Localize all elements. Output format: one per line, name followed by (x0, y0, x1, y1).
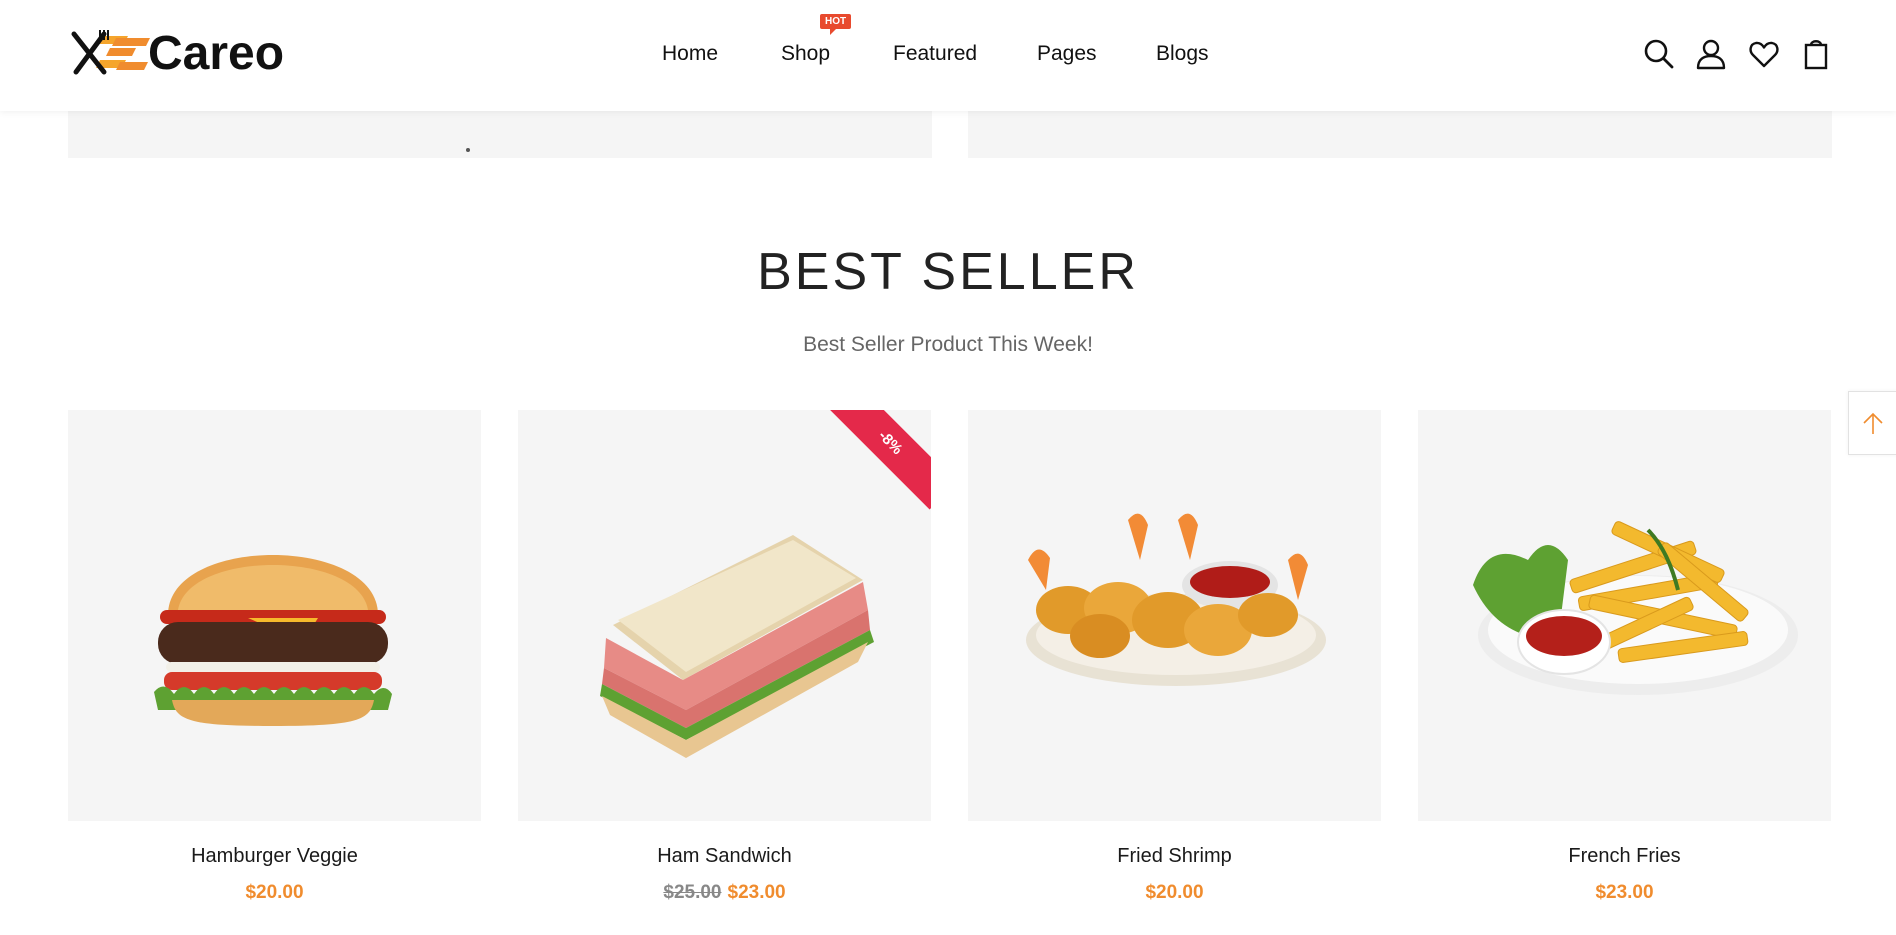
nav-item-home[interactable]: Home (662, 42, 718, 66)
product-name[interactable]: Hamburger Veggie (68, 845, 481, 868)
product-image[interactable]: -8% (518, 410, 931, 821)
sandwich-image (600, 535, 874, 758)
product-card[interactable]: French Fries $23.00 (1418, 410, 1831, 904)
section-title: BEST SELLER (757, 243, 1139, 301)
product-image[interactable] (68, 410, 481, 821)
arrow-up-icon (1863, 412, 1883, 434)
main-nav: Home Shop HOT Featured Pages Blogs (0, 0, 1896, 111)
nav-item-shop[interactable]: Shop (781, 42, 830, 66)
product-price: $25.00 $23.00 (518, 882, 931, 904)
hamburger-image (154, 555, 392, 726)
heart-icon[interactable] (1748, 38, 1780, 70)
product-price: $20.00 (968, 882, 1381, 904)
old-price: $25.00 (663, 882, 722, 903)
nav-item-pages[interactable]: Pages (1037, 42, 1097, 66)
current-price: $20.00 (245, 882, 304, 903)
search-icon[interactable] (1643, 38, 1675, 70)
cart-icon[interactable] (1800, 38, 1832, 70)
french-fries-image (1473, 521, 1798, 695)
current-price: $23.00 (1595, 882, 1654, 903)
product-price: $23.00 (1418, 882, 1831, 904)
back-to-top-button[interactable] (1848, 391, 1896, 455)
user-icon[interactable] (1695, 38, 1727, 70)
product-card[interactable]: Fried Shrimp $20.00 (968, 410, 1381, 904)
product-name[interactable]: French Fries (1418, 845, 1831, 868)
product-name[interactable]: Ham Sandwich (518, 845, 931, 868)
hot-badge: HOT (820, 14, 852, 35)
nav-item-featured[interactable]: Featured (893, 42, 977, 66)
section-subtitle: Best Seller Product This Week! (803, 333, 1093, 356)
product-image[interactable] (968, 410, 1381, 821)
banner-decoration (466, 148, 470, 152)
site-header: Careo Home Shop HOT Featured Pages Blogs (0, 0, 1896, 111)
product-image[interactable] (1418, 410, 1831, 821)
product-card[interactable]: -8% Ham Sandwich $25.00 $23.00 (518, 410, 931, 904)
nav-item-blogs[interactable]: Blogs (1156, 42, 1209, 66)
product-card[interactable]: Hamburger Veggie $20.00 (68, 410, 481, 904)
fried-shrimp-image (1026, 513, 1326, 686)
product-price: $20.00 (68, 882, 481, 904)
product-name[interactable]: Fried Shrimp (968, 845, 1381, 868)
current-price: $23.00 (727, 882, 786, 903)
current-price: $20.00 (1145, 882, 1204, 903)
